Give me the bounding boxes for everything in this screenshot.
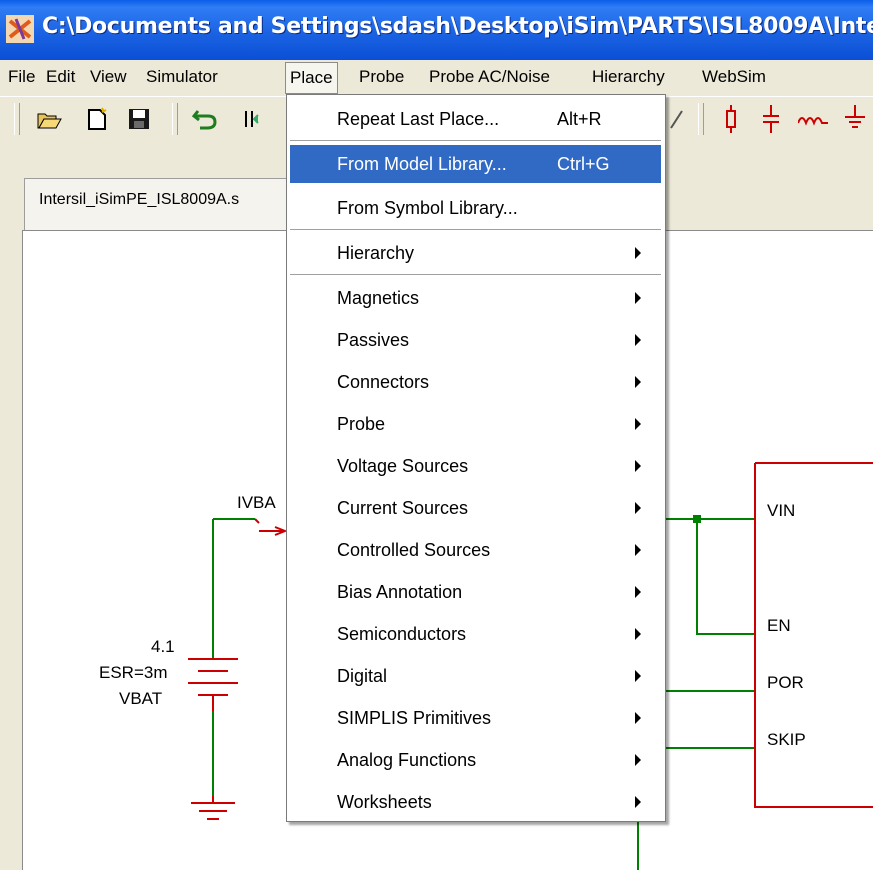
menu-item-label: Semiconductors <box>337 624 467 644</box>
menu-item-controlled-sources[interactable]: Controlled Sources <box>290 531 661 569</box>
menu-item-label: Hierarchy <box>337 243 415 263</box>
submenu-arrow-icon <box>635 586 641 598</box>
menu-hierarchy[interactable]: Hierarchy <box>592 60 665 94</box>
menu-item-bias-annotation[interactable]: Bias Annotation <box>290 573 661 611</box>
document-tab[interactable]: Intersil_iSimPE_ISL8009A.s <box>24 178 326 231</box>
menu-item-label: Bias Annotation <box>337 582 463 602</box>
menu-item-hierarchy[interactable]: Hierarchy <box>290 234 661 272</box>
submenu-arrow-icon <box>635 502 641 514</box>
toolbar-grip <box>172 103 178 135</box>
ground-symbol-icon <box>191 796 235 820</box>
menu-item-connectors[interactable]: Connectors <box>290 363 661 401</box>
submenu-arrow-icon <box>635 418 641 430</box>
menu-separator <box>290 140 661 142</box>
menu-item-label: Passives <box>337 330 410 350</box>
menu-item-label: Analog Functions <box>337 750 477 770</box>
pin-skip: SKIP <box>767 730 806 749</box>
battery-name: VBAT <box>119 689 163 708</box>
submenu-arrow-icon <box>635 376 641 388</box>
submenu-arrow-icon <box>635 754 641 766</box>
menu-item-magnetics[interactable]: Magnetics <box>290 279 661 317</box>
menu-file[interactable]: File <box>8 60 35 94</box>
toolbar-grip <box>698 103 704 135</box>
menu-item-label: Magnetics <box>337 288 420 308</box>
menu-item-label: Controlled Sources <box>337 540 491 560</box>
open-folder-icon[interactable] <box>34 104 64 134</box>
submenu-arrow-icon <box>635 712 641 724</box>
pin-en: EN <box>767 616 791 635</box>
diode-icon[interactable] <box>716 104 746 134</box>
toolbar-grip <box>14 103 20 135</box>
menu-view[interactable]: View <box>90 60 127 94</box>
title-bar: C:\Documents and Settings\sdash\Desktop\… <box>0 0 873 60</box>
menu-item-digital[interactable]: Digital <box>290 657 661 695</box>
menu-item-analog-functions[interactable]: Analog Functions <box>290 741 661 779</box>
menu-item-current-sources[interactable]: Current Sources <box>290 489 661 527</box>
window-title: C:\Documents and Settings\sdash\Desktop\… <box>42 14 873 39</box>
menu-item-simplis-primitives[interactable]: SIMPLIS Primitives <box>290 699 661 737</box>
submenu-arrow-icon <box>635 670 641 682</box>
menu-probe[interactable]: Probe <box>359 60 404 94</box>
app-icon <box>6 15 34 43</box>
ground-icon[interactable] <box>840 104 870 134</box>
menu-item-shortcut: Ctrl+G <box>557 154 610 174</box>
submenu-arrow-icon <box>635 628 641 640</box>
menu-item-label: From Model Library... <box>337 154 507 174</box>
pen-icon[interactable] <box>662 104 692 134</box>
battery-value: 4.1 <box>151 637 175 656</box>
place-menu-dropdown: Repeat Last Place... Alt+R From Model Li… <box>286 94 666 822</box>
menu-edit[interactable]: Edit <box>46 60 75 94</box>
menu-item-label: Repeat Last Place... <box>337 109 500 129</box>
menu-item-shortcut: Alt+R <box>557 109 602 129</box>
menu-item-voltage-sources[interactable]: Voltage Sources <box>290 447 661 485</box>
menu-item-from-model-library[interactable]: From Model Library... Ctrl+G <box>290 145 661 183</box>
submenu-arrow-icon <box>635 460 641 472</box>
flip-icon[interactable] <box>238 104 268 134</box>
probe-label: IVBA <box>237 493 276 512</box>
submenu-arrow-icon <box>635 247 641 259</box>
menu-separator <box>290 229 661 231</box>
document-tab-label: Intersil_iSimPE_ISL8009A.s <box>39 191 240 208</box>
undo-icon[interactable] <box>190 104 220 134</box>
pin-por: POR <box>767 673 804 692</box>
battery-icon <box>188 658 238 696</box>
menu-place[interactable]: Place <box>285 62 338 94</box>
menu-item-worksheets[interactable]: Worksheets <box>290 783 661 821</box>
menu-item-label: Connectors <box>337 372 430 392</box>
menu-bar: File Edit View Simulator Place Probe Pro… <box>0 60 873 94</box>
menu-websim[interactable]: WebSim <box>702 60 766 94</box>
submenu-arrow-icon <box>635 544 641 556</box>
submenu-arrow-icon <box>635 796 641 808</box>
menu-item-repeat-last-place[interactable]: Repeat Last Place... Alt+R <box>290 100 661 138</box>
menu-item-passives[interactable]: Passives <box>290 321 661 359</box>
menu-item-label: Current Sources <box>337 498 469 518</box>
menu-item-semiconductors[interactable]: Semiconductors <box>290 615 661 653</box>
menu-simulator[interactable]: Simulator <box>146 60 218 94</box>
en-wire <box>696 519 755 635</box>
menu-item-label: Worksheets <box>337 792 432 812</box>
submenu-arrow-icon <box>635 292 641 304</box>
submenu-arrow-icon <box>635 334 641 346</box>
menu-item-probe[interactable]: Probe <box>290 405 661 443</box>
menu-item-label: Digital <box>337 666 388 686</box>
menu-item-label: Probe <box>337 414 386 434</box>
menu-item-label: SIMPLIS Primitives <box>337 708 492 728</box>
inductor-icon[interactable] <box>798 104 828 134</box>
pin-vin: VIN <box>767 501 796 520</box>
menu-item-label: From Symbol Library... <box>337 198 518 218</box>
menu-probe-ac-noise[interactable]: Probe AC/Noise <box>429 60 550 94</box>
capacitor-icon[interactable] <box>756 104 786 134</box>
menu-item-label: Voltage Sources <box>337 456 469 476</box>
menu-item-from-symbol-library[interactable]: From Symbol Library... <box>290 189 661 227</box>
menu-separator <box>290 274 661 276</box>
new-file-icon[interactable] <box>82 104 112 134</box>
save-icon[interactable] <box>124 104 154 134</box>
battery-esr: ESR=3m <box>99 663 168 682</box>
